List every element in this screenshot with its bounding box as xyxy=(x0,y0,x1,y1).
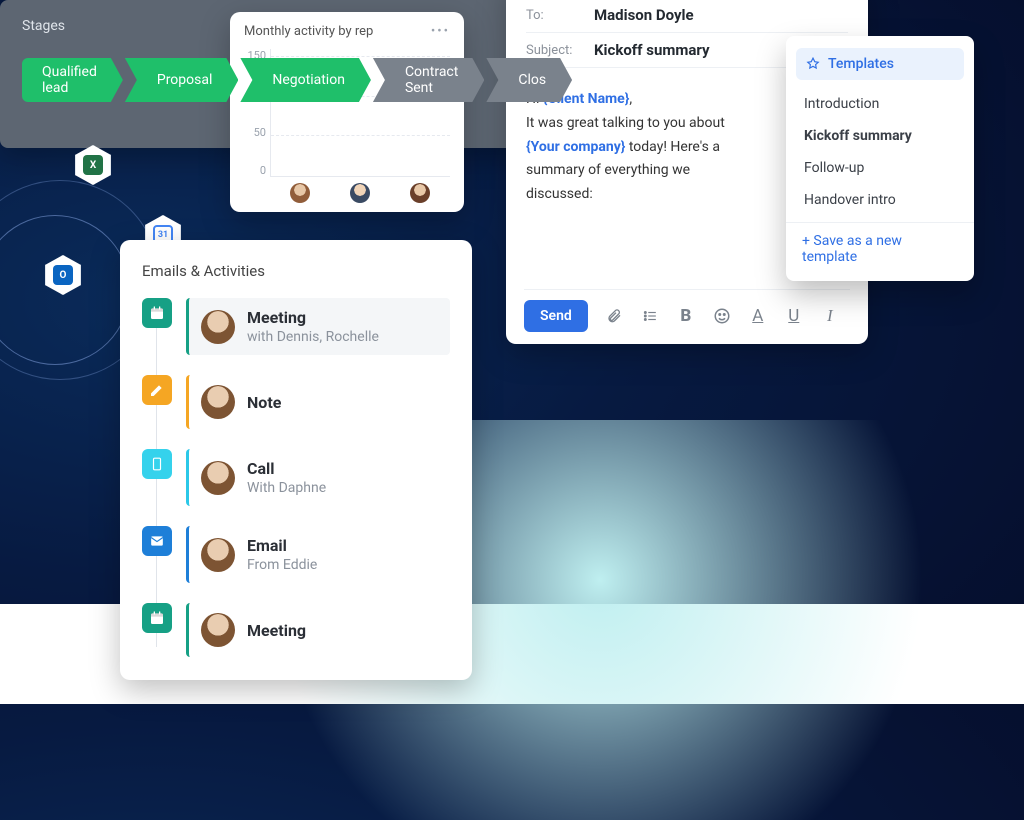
merge-token-company: {Your company} xyxy=(526,139,625,155)
email-to-value: Madison Doyle xyxy=(594,6,694,24)
italic-icon[interactable]: I xyxy=(820,306,840,326)
avatar xyxy=(290,183,310,203)
list-icon[interactable] xyxy=(640,306,660,326)
attachment-icon[interactable] xyxy=(604,306,624,326)
templates-header[interactable]: Templates xyxy=(796,48,964,80)
activity-subtitle: With Daphne xyxy=(247,480,326,496)
chart-more-icon[interactable]: ••• xyxy=(431,24,450,39)
activities-title: Emails & Activities xyxy=(142,262,450,280)
excel-icon: X xyxy=(83,155,103,175)
avatar xyxy=(201,385,235,419)
template-option[interactable]: Kickoff summary xyxy=(786,120,974,152)
activity-meeting[interactable]: Meeting xyxy=(142,603,450,657)
activity-title: Meeting xyxy=(247,308,379,327)
activity-title: Call xyxy=(247,459,326,478)
activity-subtitle: with Dennis, Rochelle xyxy=(247,329,379,345)
save-template-link[interactable]: + Save as a new template xyxy=(786,222,974,275)
templates-popover: Templates IntroductionKickoff summaryFol… xyxy=(786,36,974,281)
pin-icon xyxy=(806,57,820,71)
chart-title: Monthly activity by rep xyxy=(244,24,373,39)
template-option[interactable]: Introduction xyxy=(786,88,974,120)
avatar xyxy=(201,461,235,495)
activity-note[interactable]: Note xyxy=(142,375,450,429)
template-option[interactable]: Handover intro xyxy=(786,184,974,216)
meeting-icon xyxy=(142,298,172,328)
activity-title: Note xyxy=(247,393,281,412)
activity-meeting[interactable]: Meeting with Dennis, Rochelle xyxy=(142,298,450,355)
activity-title: Meeting xyxy=(247,621,306,640)
activity-call[interactable]: Call With Daphne xyxy=(142,449,450,506)
email-to-label: To: xyxy=(526,8,580,23)
avatar xyxy=(201,613,235,647)
stage-negotiation[interactable]: Negotiation xyxy=(240,58,371,102)
avatar xyxy=(350,183,370,203)
chart-card: Monthly activity by rep ••• 150 100 50 0 xyxy=(230,12,464,212)
bold-icon[interactable]: B xyxy=(676,306,696,326)
meeting-icon xyxy=(142,603,172,633)
underline-icon[interactable]: U xyxy=(784,306,804,326)
template-option[interactable]: Follow-up xyxy=(786,152,974,184)
activity-email[interactable]: Email From Eddie xyxy=(142,526,450,583)
integration-excel[interactable]: X xyxy=(75,145,111,185)
chart-category-avatars xyxy=(244,183,450,203)
stage-qualified-lead[interactable]: Qualified lead xyxy=(22,58,123,102)
email-subject-label: Subject: xyxy=(526,43,580,58)
email-toolbar: Send B A U I xyxy=(524,289,850,332)
outlook-icon: O xyxy=(53,265,73,285)
send-button[interactable]: Send xyxy=(524,300,588,332)
call-icon xyxy=(142,449,172,479)
email-icon xyxy=(142,526,172,556)
stages-track: Qualified leadProposalNegotiationContrac… xyxy=(22,58,560,102)
note-icon xyxy=(142,375,172,405)
email-to-row[interactable]: To: Madison Doyle xyxy=(526,0,848,33)
avatar xyxy=(201,538,235,572)
activity-title: Email xyxy=(247,536,317,555)
email-subject-value: Kickoff summary xyxy=(594,41,710,59)
stage-contract-sent[interactable]: Contract Sent xyxy=(373,58,484,102)
avatar xyxy=(201,310,235,344)
emoji-icon[interactable] xyxy=(712,306,732,326)
avatar xyxy=(410,183,430,203)
activities-card: Emails & Activities Meeting with Dennis, … xyxy=(120,240,472,680)
text-color-icon[interactable]: A xyxy=(748,306,768,326)
activities-timeline: Meeting with Dennis, Rochelle Note Call With… xyxy=(142,298,450,657)
activity-subtitle: From Eddie xyxy=(247,557,317,573)
stage-proposal[interactable]: Proposal xyxy=(125,58,239,102)
stage-clos[interactable]: Clos xyxy=(486,58,572,102)
